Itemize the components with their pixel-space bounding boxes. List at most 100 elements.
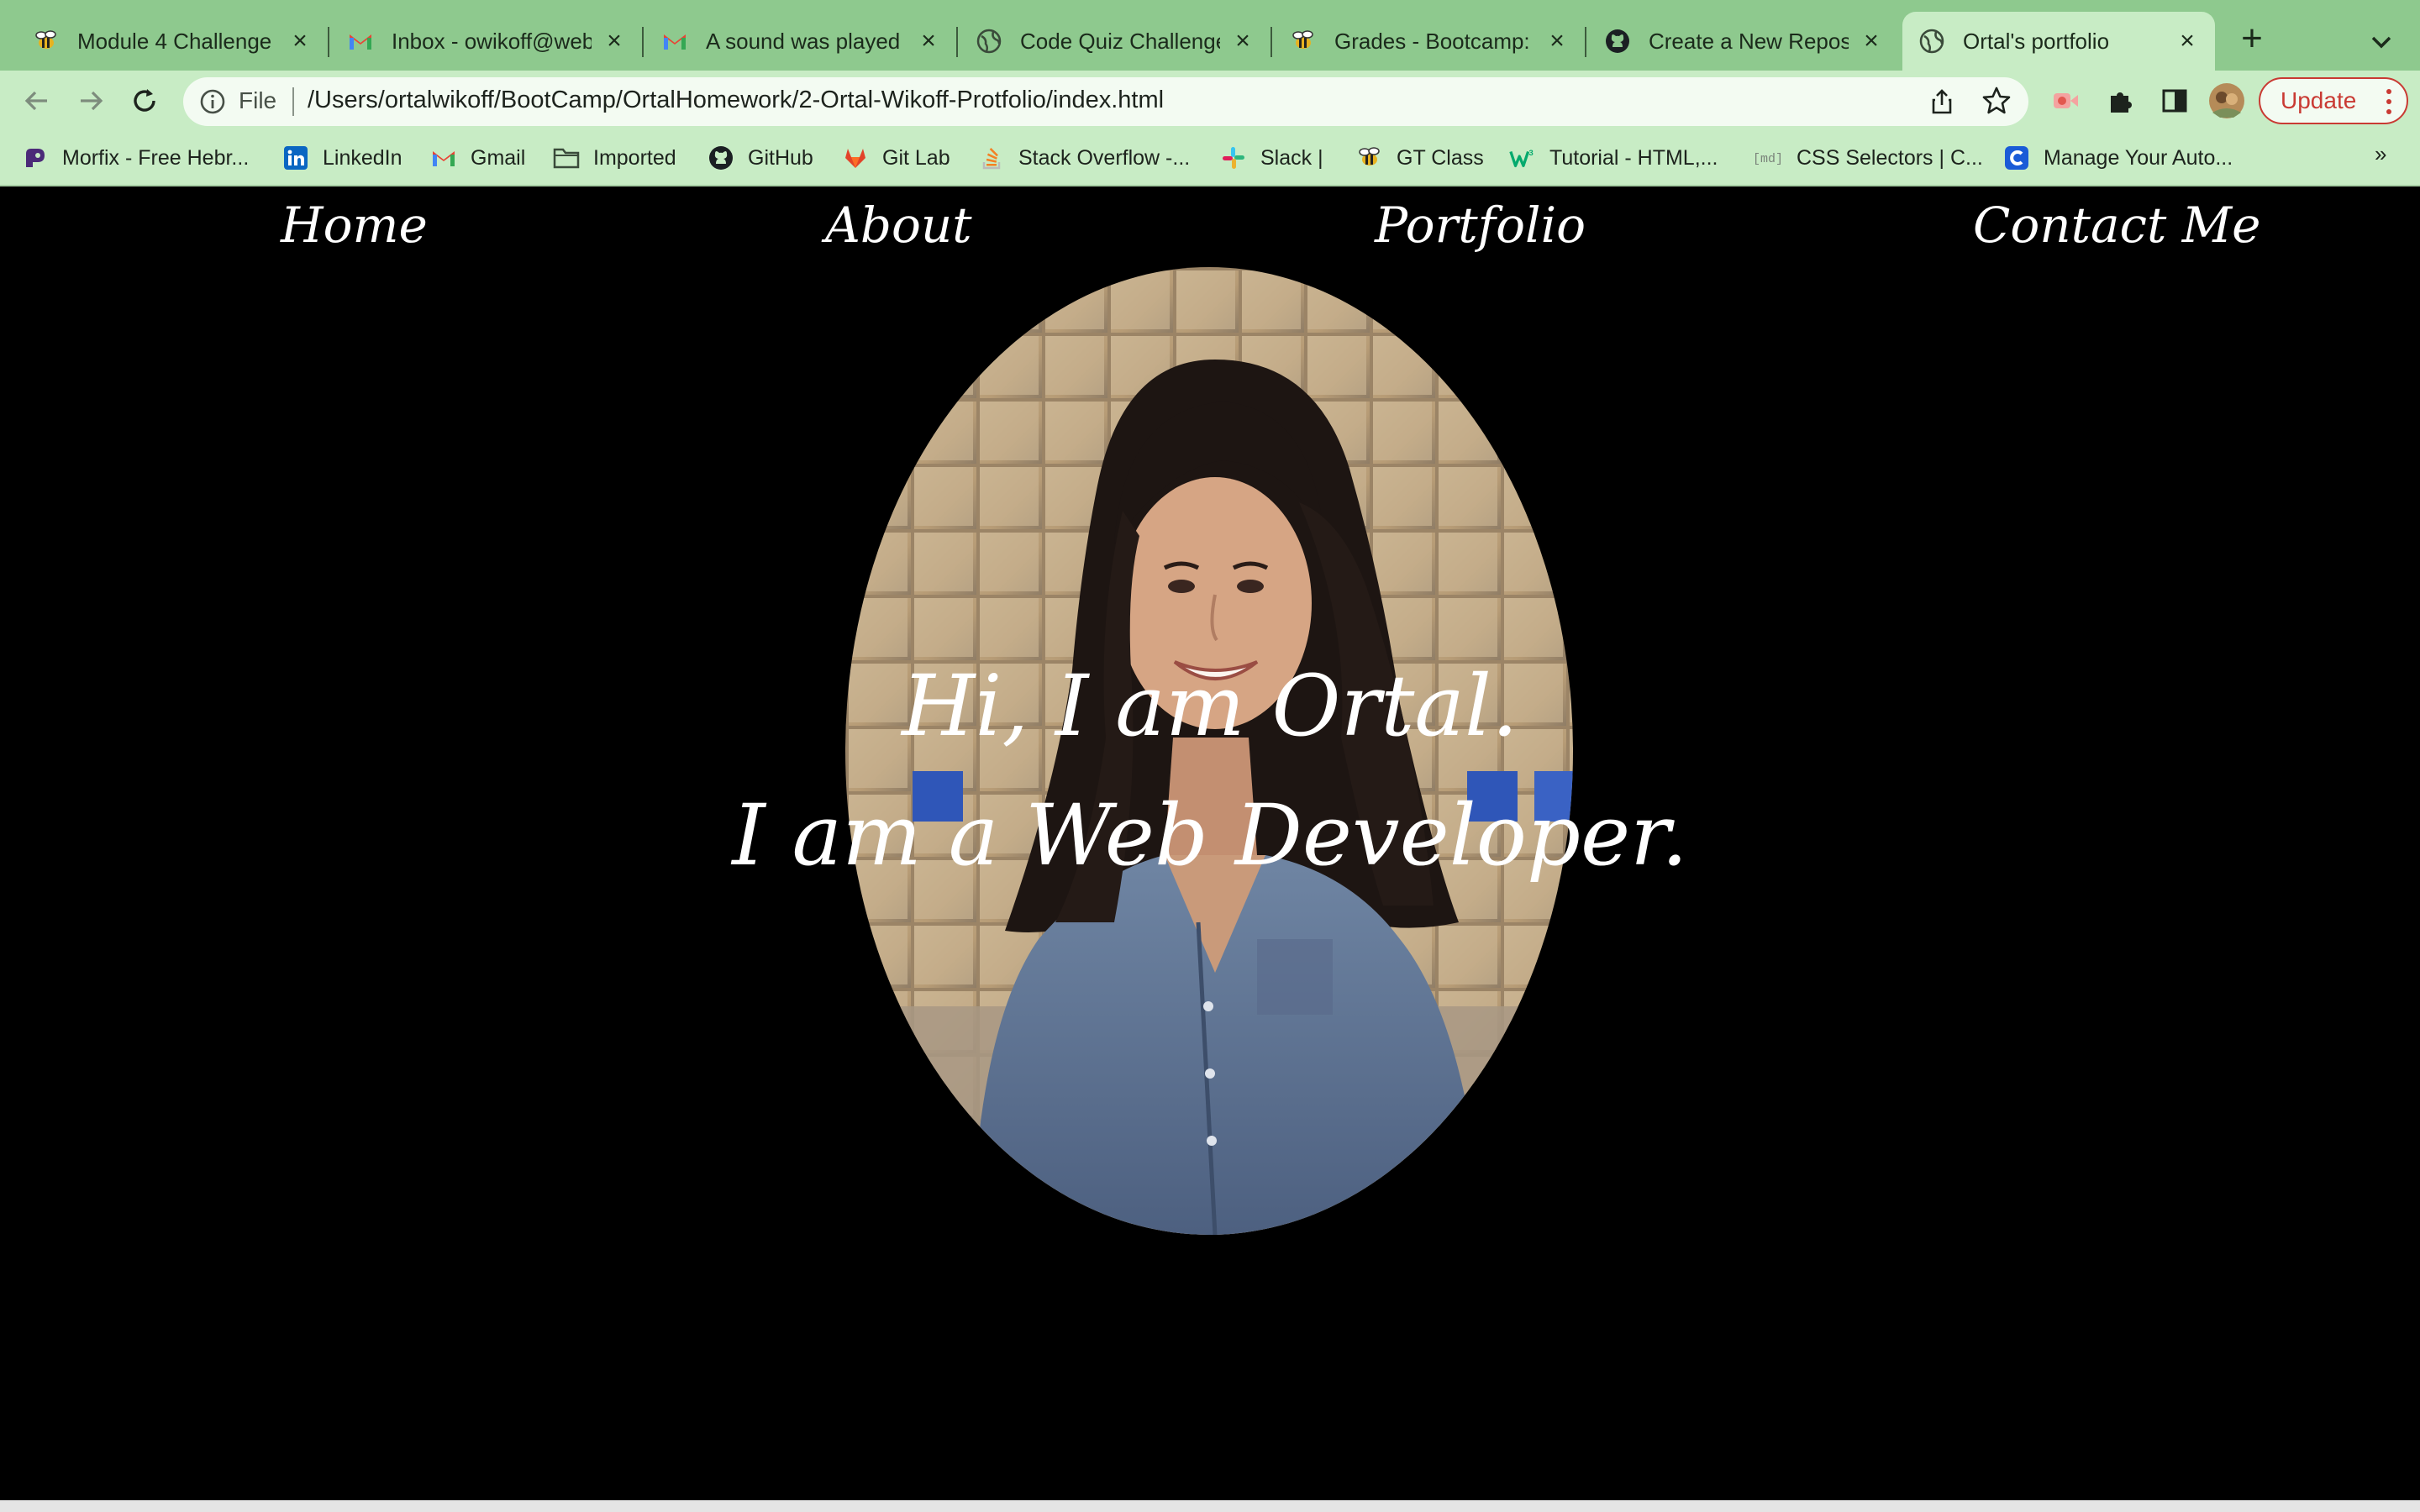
more-vert-icon (2386, 89, 2391, 114)
update-button[interactable]: Update (2259, 77, 2408, 124)
side-panel-button[interactable] (2156, 82, 2193, 119)
tab-create-repository[interactable]: Create a New Reposit × (1588, 12, 1899, 71)
tab-inbox[interactable]: Inbox - owikoff@webe × (331, 12, 642, 71)
bookmark-morfix[interactable]: Morfix - Free Hebr... (22, 143, 249, 173)
tab-ortals-portfolio[interactable]: Ortal's portfolio × (1902, 12, 2215, 71)
tab-separator (1585, 27, 1586, 57)
bookmark-slack[interactable]: Slack | (1220, 143, 1323, 173)
bookmark-label: Imported (593, 145, 676, 170)
puzzle-icon (2111, 92, 2132, 113)
screencast-extension-button[interactable] (2047, 82, 2084, 119)
tab-title: A sound was played o (706, 28, 906, 54)
bookmark-label: CSS Selectors | C... (1797, 145, 1983, 170)
bookmark-stack-overflow[interactable]: Stack Overflow -... (978, 143, 1190, 173)
close-icon[interactable]: × (916, 29, 941, 54)
tab-title: Create a New Reposit (1649, 28, 1849, 54)
tab-module-4-challenge[interactable]: Module 4 Challenge × (17, 12, 328, 71)
bootcamp-bee-icon (1291, 29, 1316, 54)
bookmark-label: Stack Overflow -... (1018, 145, 1191, 170)
tab-strip: Module 4 Challenge × Inbox - owikoff@web… (0, 0, 2420, 71)
reload-button[interactable] (126, 82, 163, 119)
bookmark-linkedin[interactable]: LinkedIn (282, 143, 402, 173)
arrow-left-icon (24, 91, 47, 111)
close-icon[interactable]: × (287, 29, 313, 54)
bookmark-github[interactable]: GitHub (708, 143, 813, 173)
share-icon[interactable] (1928, 87, 1956, 116)
bookmarks-bar: Morfix - Free Hebr... LinkedIn Gmail Imp… (0, 131, 2420, 186)
md-icon: [md] (1753, 144, 1783, 171)
linkedin-icon (282, 144, 309, 171)
tab-title: Code Quiz Challenge (1020, 28, 1220, 54)
browser-toolbar: File /Users/ortalwikoff/BootCamp/OrtalHo… (0, 71, 2420, 131)
svg-text:[md]: [md] (1753, 152, 1783, 166)
bookmark-manage-auto[interactable]: Manage Your Auto... (2003, 143, 2233, 173)
gmail-icon (430, 144, 457, 171)
nav-about-link[interactable]: About (825, 197, 972, 254)
tab-code-quiz[interactable]: Code Quiz Challenge × (960, 12, 1270, 71)
scheme-label: File (239, 87, 277, 113)
close-icon[interactable]: × (1230, 29, 1255, 54)
tab-title: Ortal's portfolio (1963, 28, 2110, 54)
bookmark-label: LinkedIn (323, 145, 402, 170)
bookmark-label: Slack | (1260, 145, 1323, 170)
bookmark-label: Tutorial - HTML,... (1549, 145, 1718, 170)
bookmark-css-selectors[interactable]: [md] CSS Selectors | C... (1753, 143, 1983, 173)
bookmark-label: GitHub (748, 145, 813, 170)
url-text[interactable]: /Users/ortalwikoff/BootCamp/OrtalHomewor… (308, 87, 1164, 114)
bookmark-label: Manage Your Auto... (2044, 145, 2233, 170)
info-icon[interactable] (198, 87, 227, 116)
close-icon[interactable]: × (1859, 29, 1884, 54)
globe-icon (1919, 29, 1944, 54)
nav-home-link[interactable]: Home (281, 197, 428, 254)
c-icon (2003, 144, 2030, 171)
window-bottom-edge (0, 1500, 2420, 1512)
gmail-icon (348, 29, 373, 54)
w3schools-icon: 3 (1509, 144, 1536, 171)
github-icon (1605, 29, 1630, 54)
tab-grades[interactable]: Grades - Bootcamp: G × (1274, 12, 1585, 71)
bookmark-folder-imported[interactable]: Imported (553, 143, 676, 173)
tab-title: Module 4 Challenge (77, 28, 272, 54)
bookmark-label: Gmail (471, 145, 526, 170)
tab-separator (1270, 27, 1272, 57)
close-icon[interactable]: × (1544, 29, 1570, 54)
slack-icon (1220, 144, 1247, 171)
bookmark-gmail[interactable]: Gmail (430, 143, 525, 173)
divider (292, 87, 294, 116)
forward-button[interactable] (72, 82, 109, 119)
bookmark-label: Morfix - Free Hebr... (62, 145, 250, 170)
gitlab-icon (842, 144, 869, 171)
bookmark-gt-class[interactable]: GT Class (1356, 143, 1484, 173)
star-icon[interactable] (1981, 86, 2012, 116)
address-bar[interactable]: File /Users/ortalwikoff/BootCamp/OrtalHo… (183, 77, 2028, 126)
github-icon (708, 144, 734, 171)
svg-text:3: 3 (1529, 148, 1534, 157)
morfix-icon (22, 144, 49, 171)
bookmark-label: Git Lab (882, 145, 950, 170)
bookmarks-overflow-button[interactable]: » (2375, 141, 2386, 167)
tab-search-button[interactable] (2365, 25, 2398, 59)
new-tab-button[interactable]: + (2233, 20, 2270, 59)
bookmark-w3schools[interactable]: 3 Tutorial - HTML,... (1509, 143, 1718, 173)
nav-portfolio-link[interactable]: Portfolio (1375, 197, 1586, 254)
tab-sound-played[interactable]: A sound was played o × (645, 12, 956, 71)
nav-contact-link[interactable]: Contact Me (1973, 197, 2260, 254)
close-icon[interactable]: × (602, 29, 627, 54)
hero-tagline: I am a Web Developer. (732, 786, 1688, 885)
close-icon[interactable]: × (2175, 29, 2200, 54)
gmail-icon (662, 29, 687, 54)
avatar (2209, 83, 2244, 118)
globe-icon (976, 29, 1002, 54)
bookmark-gitlab[interactable]: Git Lab (842, 143, 950, 173)
tab-separator (642, 27, 644, 57)
side-panel-icon (2162, 89, 2187, 113)
tab-separator (956, 27, 958, 57)
bookmark-label: GT Class (1397, 145, 1484, 170)
extensions-button[interactable] (2102, 82, 2139, 119)
profile-avatar[interactable] (2208, 82, 2245, 119)
tab-title: Grades - Bootcamp: G (1334, 28, 1534, 54)
bootcamp-bee-icon (1356, 144, 1383, 171)
stackoverflow-icon (978, 144, 1005, 171)
back-button[interactable] (18, 82, 55, 119)
portfolio-page: Home About Portfolio Contact Me Hi, I am… (0, 186, 2420, 1500)
